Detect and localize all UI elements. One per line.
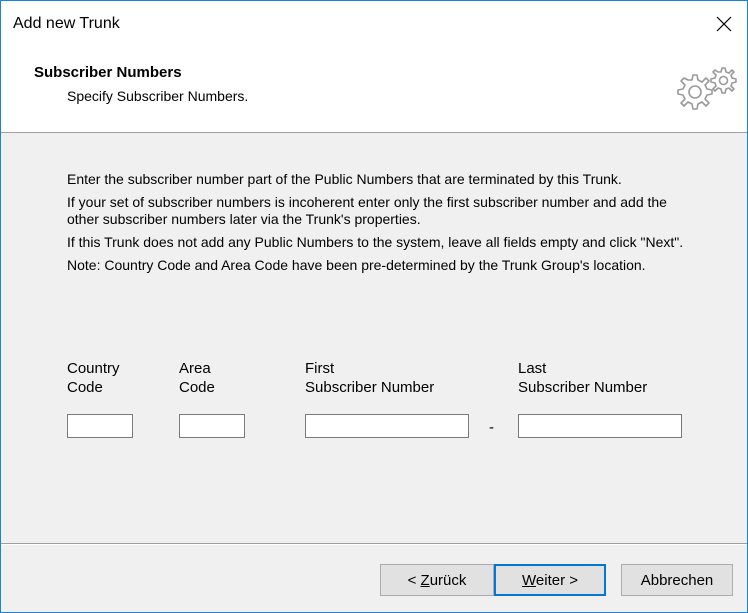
label-line: Code — [179, 379, 215, 396]
close-icon — [716, 16, 732, 32]
label-line: Code — [67, 379, 103, 396]
back-button[interactable]: < Zurück — [380, 564, 494, 596]
label-line: Area — [179, 360, 211, 377]
range-separator: - — [489, 419, 494, 436]
last-subscriber-label: Last Subscriber Number — [518, 359, 647, 397]
label-line: Last — [518, 360, 547, 377]
cancel-button[interactable]: Abbrechen — [621, 564, 733, 596]
label-line: Subscriber Number — [518, 379, 648, 396]
gears-icon — [677, 67, 737, 110]
back-button-prefix: < — [407, 571, 421, 589]
footer-divider — [1, 543, 747, 544]
wizard-header: Subscriber Numbers Specify Subscriber Nu… — [1, 47, 747, 133]
first-subscriber-label: First Subscriber Number — [305, 359, 434, 397]
instruction-text: Note: Country Code and Area Code have be… — [67, 257, 646, 273]
close-button[interactable] — [701, 1, 747, 47]
area-code-label: Area Code — [179, 359, 215, 397]
country-code-input[interactable] — [67, 414, 133, 438]
area-code-input[interactable] — [179, 414, 245, 438]
back-button-label: urück — [429, 571, 467, 589]
country-code-label: Country Code — [67, 359, 120, 397]
last-subscriber-input[interactable] — [518, 414, 682, 438]
instruction-text: If this Trunk does not add any Public Nu… — [67, 234, 684, 250]
next-button-label: eiter > — [535, 571, 578, 589]
label-line: Country — [67, 360, 120, 377]
next-button[interactable]: Weiter > — [494, 564, 606, 596]
instructions: Enter the subscriber number part of the … — [67, 171, 687, 280]
first-subscriber-input[interactable] — [305, 414, 469, 438]
back-button-mnemonic: Z — [420, 571, 430, 589]
instruction-text: If your set of subscriber numbers is inc… — [67, 194, 667, 227]
page-subtitle: Specify Subscriber Numbers. — [67, 88, 249, 104]
page-title: Subscriber Numbers — [34, 64, 182, 81]
label-line: First — [305, 360, 335, 377]
instruction-text: Enter the subscriber number part of the … — [67, 171, 622, 187]
title-bar: Add new Trunk — [1, 1, 747, 47]
label-line: Subscriber Number — [305, 379, 435, 396]
window-title: Add new Trunk — [13, 15, 120, 32]
next-button-mnemonic: W — [522, 571, 536, 589]
add-new-trunk-dialog: Add new Trunk Subscriber Numbers Specify… — [0, 0, 748, 613]
